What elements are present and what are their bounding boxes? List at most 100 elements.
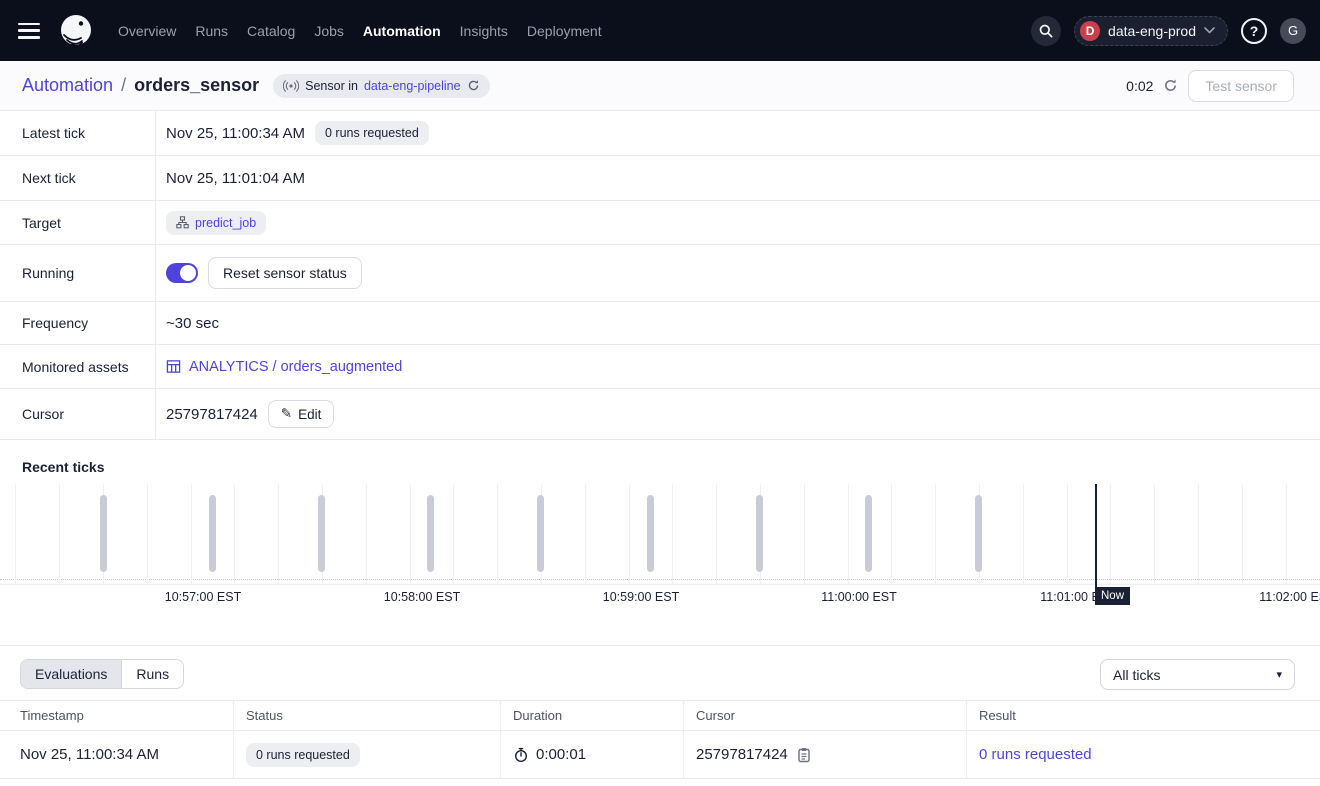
- reload-repo-icon[interactable]: [467, 79, 480, 92]
- timeline-gridline: [191, 484, 192, 584]
- ticks-filter-select[interactable]: All ticks ▾: [1100, 659, 1295, 690]
- timeline-gridline: [278, 484, 279, 584]
- help-button[interactable]: ?: [1241, 18, 1267, 44]
- latest-tick-value: Nov 25, 11:00:34 AM: [166, 125, 305, 142]
- job-icon: [176, 216, 189, 229]
- target-label: Target: [0, 201, 156, 244]
- timeline-gridline: [585, 484, 586, 584]
- frequency-value: ~30 sec: [166, 315, 219, 332]
- tabs-bar: Evaluations Runs All ticks ▾: [0, 646, 1320, 700]
- row-result-link[interactable]: 0 runs requested: [979, 746, 1092, 763]
- timeline-gridline: [1154, 484, 1155, 584]
- monitored-asset-link[interactable]: ANALYTICS / orders_augmented: [166, 359, 402, 375]
- pencil-icon: ✎: [281, 406, 292, 422]
- running-toggle[interactable]: [166, 263, 198, 283]
- row-timestamp: Nov 25, 11:00:34 AM: [20, 746, 159, 763]
- timeline-dotted-baseline: [0, 579, 1320, 580]
- view-segmented-control: Evaluations Runs: [20, 659, 184, 689]
- job-link[interactable]: predict_job: [195, 216, 256, 230]
- tick-bar[interactable]: [537, 495, 544, 572]
- nav-item-overview[interactable]: Overview: [118, 23, 176, 39]
- tick-bar[interactable]: [100, 495, 107, 572]
- frequency-label: Frequency: [0, 302, 156, 344]
- col-timestamp: Timestamp: [0, 701, 233, 730]
- nav-item-runs[interactable]: Runs: [195, 23, 228, 39]
- tick-bar[interactable]: [975, 495, 982, 572]
- ticks-timeline[interactable]: 10:57:00 EST 10:58:00 EST 10:59:00 EST 11:0…: [0, 484, 1320, 618]
- target-job-badge[interactable]: predict_job: [166, 211, 266, 235]
- now-marker-line: [1095, 484, 1097, 588]
- table-header: Timestamp Status Duration Cursor Result: [0, 700, 1320, 731]
- row-duration: 0:00:01: [536, 746, 586, 763]
- repo-link[interactable]: data-eng-pipeline: [364, 79, 461, 93]
- user-avatar[interactable]: G: [1280, 18, 1306, 44]
- row-target: Target predict_job: [0, 201, 1320, 245]
- stopwatch-icon: [513, 747, 529, 763]
- copy-clipboard-icon[interactable]: [797, 747, 811, 763]
- nav-item-automation[interactable]: Automation: [363, 23, 441, 39]
- tick-bar[interactable]: [865, 495, 872, 572]
- chevron-down-icon: [1204, 27, 1215, 34]
- row-monitored-assets: Monitored assets ANALYTICS / orders_augm…: [0, 345, 1320, 389]
- now-marker-badge: Now: [1095, 587, 1130, 605]
- reset-sensor-status-button[interactable]: Reset sensor status: [208, 257, 362, 289]
- workspace-switcher[interactable]: D data-eng-prod: [1074, 16, 1228, 46]
- dagster-logo-icon[interactable]: [58, 13, 94, 49]
- timeline-baseline: [0, 584, 1320, 585]
- tab-evaluations[interactable]: Evaluations: [21, 660, 121, 688]
- axis-time-label: 11:02:00 EST: [1259, 590, 1320, 604]
- col-cursor: Cursor: [683, 701, 966, 730]
- workspace-badge: D: [1080, 21, 1100, 41]
- row-status-badge: 0 runs requested: [246, 743, 360, 767]
- axis-time-label: 10:57:00 EST: [165, 590, 241, 604]
- search-button[interactable]: [1031, 16, 1061, 46]
- search-icon: [1038, 23, 1054, 39]
- next-tick-label: Next tick: [0, 156, 156, 200]
- timeline-gridline: [453, 484, 454, 584]
- monitored-assets-label: Monitored assets: [0, 345, 156, 388]
- row-frequency: Frequency ~30 sec: [0, 302, 1320, 345]
- timeline-gridline: [1242, 484, 1243, 584]
- breadcrumb-automation-link[interactable]: Automation: [22, 75, 113, 96]
- top-nav: Overview Runs Catalog Jobs Automation In…: [0, 0, 1320, 61]
- tick-bar[interactable]: [647, 495, 654, 572]
- timeline-gridline: [410, 484, 411, 584]
- timeline-gridline: [366, 484, 367, 584]
- timeline-gridline: [1067, 484, 1068, 584]
- refresh-icon[interactable]: [1163, 78, 1178, 93]
- page-header: Automation / orders_sensor Sensor in dat…: [0, 61, 1320, 111]
- row-cursor-value: 25797817424: [696, 746, 788, 763]
- axis-time-label: 11:00:00 EST: [821, 590, 897, 604]
- timeline-gridline: [15, 484, 16, 584]
- help-icon: ?: [1250, 23, 1259, 39]
- col-result: Result: [966, 701, 1320, 730]
- edit-cursor-button[interactable]: ✎ Edit: [268, 400, 335, 428]
- axis-time-label: 10:59:00 EST: [603, 590, 679, 604]
- cursor-value: 25797817424: [166, 406, 258, 423]
- latest-tick-label: Latest tick: [0, 111, 156, 155]
- cursor-label: Cursor: [0, 389, 156, 439]
- tick-bar[interactable]: [756, 495, 763, 572]
- timeline-gridline: [891, 484, 892, 584]
- tick-bar[interactable]: [427, 495, 434, 572]
- row-next-tick: Next tick Nov 25, 11:01:04 AM: [0, 156, 1320, 201]
- nav-item-deployment[interactable]: Deployment: [527, 23, 602, 39]
- sensor-badge-prefix: Sensor in: [305, 79, 358, 93]
- test-sensor-button[interactable]: Test sensor: [1188, 70, 1294, 102]
- timeline-gridline: [1286, 484, 1287, 584]
- recent-ticks-heading: Recent ticks: [0, 440, 1320, 475]
- nav-item-jobs[interactable]: Jobs: [314, 23, 344, 39]
- row-cursor: Cursor 25797817424 ✎ Edit: [0, 389, 1320, 440]
- timeline-gridline: [497, 484, 498, 584]
- tick-bar[interactable]: [209, 495, 216, 572]
- menu-icon[interactable]: [18, 23, 40, 39]
- select-caret-icon: ▾: [1276, 668, 1282, 681]
- asset-table-icon: [166, 359, 181, 374]
- nav-item-catalog[interactable]: Catalog: [247, 23, 295, 39]
- nav-item-insights[interactable]: Insights: [460, 23, 508, 39]
- sensor-page: Overview Runs Catalog Jobs Automation In…: [0, 0, 1320, 786]
- tab-runs[interactable]: Runs: [121, 660, 183, 688]
- axis-time-label: 10:58:00 EST: [384, 590, 460, 604]
- tick-bar[interactable]: [318, 495, 325, 572]
- col-status: Status: [233, 701, 500, 730]
